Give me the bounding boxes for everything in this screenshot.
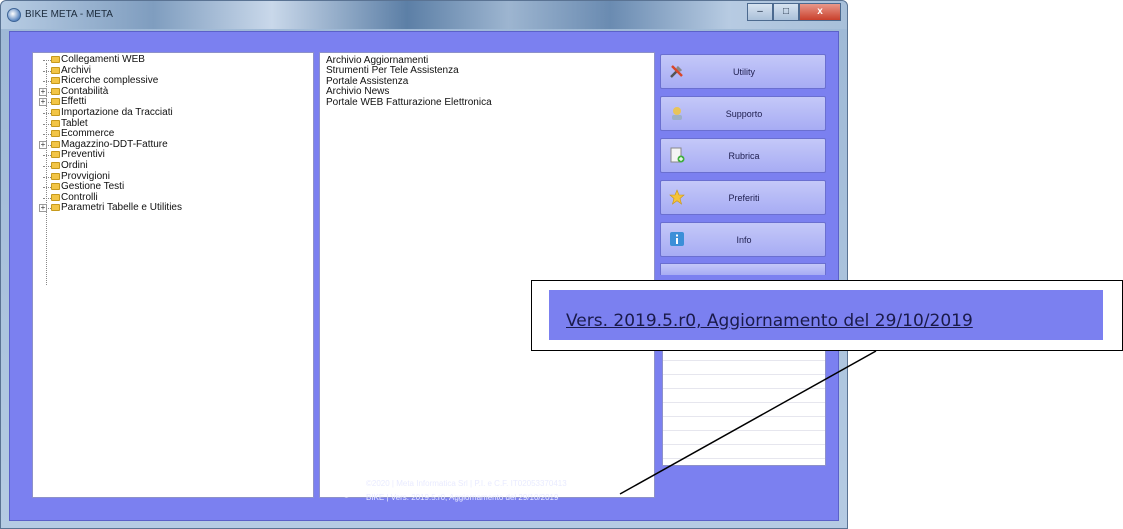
callout-version-text: Vers. 2019.5.r0, Aggiornamento del 29/10… <box>566 311 973 331</box>
callout-leader-line <box>619 350 877 495</box>
